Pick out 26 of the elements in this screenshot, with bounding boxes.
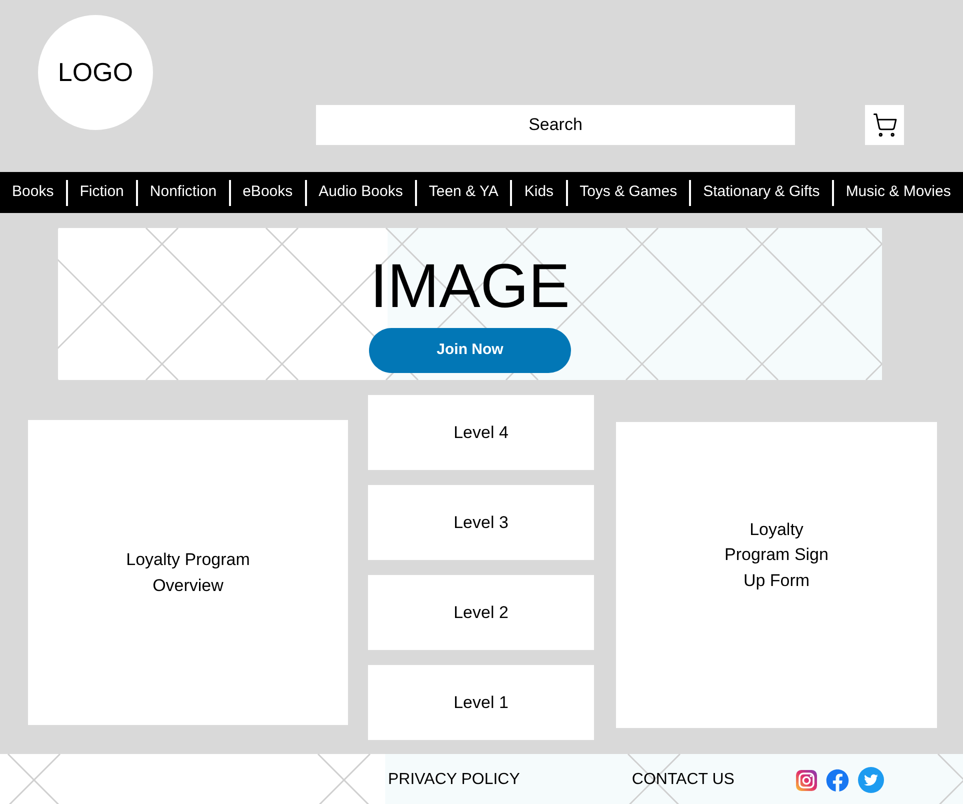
nav-link[interactable]: Books (10, 181, 56, 204)
footer-link[interactable]: CONTACT US (632, 768, 734, 792)
level-card: Level 3 (368, 485, 594, 560)
cart-button[interactable] (865, 105, 904, 145)
logo[interactable]: LOGO (38, 15, 153, 130)
join-now-button[interactable]: Join Now (369, 328, 571, 373)
level-card: Level 2 (368, 575, 594, 650)
signup-card: Loyalty Program Sign Up Form (616, 422, 937, 728)
nav-link[interactable]: Kids (522, 181, 556, 204)
nav-link[interactable]: Nonfiction (148, 181, 219, 204)
cart-icon (872, 112, 898, 138)
nav-link[interactable]: Audio Books (316, 181, 405, 204)
footer-link[interactable]: PRIVACY POLICY (388, 768, 520, 792)
facebook-icon[interactable] (826, 768, 850, 792)
banner-title: IMAGE (370, 256, 570, 318)
level-card: Level 4 (368, 395, 594, 470)
level-card: Level 1 (368, 665, 594, 740)
nav-link[interactable]: Teen & YA (426, 181, 500, 204)
nav-link[interactable]: Toys & Games (578, 181, 680, 204)
nav-link[interactable]: eBooks (240, 181, 295, 204)
overview-card: Loyalty Program Overview (28, 420, 348, 725)
nav-link[interactable]: Fiction (78, 181, 126, 204)
nav-link[interactable]: Stationary & Gifts (701, 181, 822, 204)
instagram-icon[interactable] (796, 770, 818, 790)
search-field[interactable]: Search (316, 105, 795, 145)
nav-link[interactable]: Music & Movies (844, 181, 953, 204)
